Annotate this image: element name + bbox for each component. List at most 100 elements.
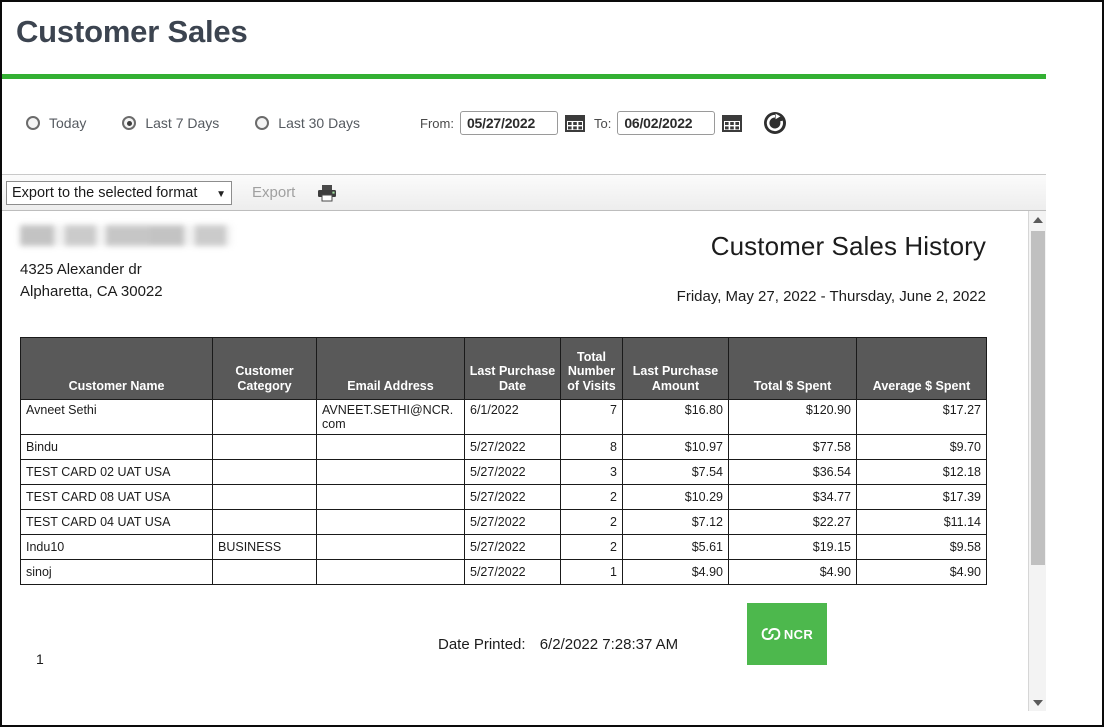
last-purchase-amount-cell: $7.12 — [622, 509, 729, 535]
radio-last-7-days-icon[interactable] — [122, 116, 137, 130]
export-format-select[interactable]: Export to the selected format — [6, 180, 232, 205]
customer-sales-table: Customer Name Customer Category Email Add… — [20, 337, 987, 585]
total-spent-cell: $19.15 — [728, 534, 857, 560]
last-purchase-date-cell: 5/27/2022 — [464, 459, 561, 485]
total-visits-cell: 3 — [560, 459, 623, 485]
total-visits-cell: 2 — [560, 534, 623, 560]
col-email-address[interactable]: Email Address — [316, 337, 465, 400]
scroll-up-button[interactable] — [1029, 211, 1046, 228]
filter-bar: Today Last 7 Days Last 30 Days From: 05/… — [2, 79, 1046, 175]
total-visits-cell: 1 — [560, 559, 623, 585]
customer-name-cell: TEST CARD 02 UAT USA — [20, 459, 213, 485]
export-format-select-wrap: Export to the selected format ▼ — [6, 180, 232, 205]
last-purchase-amount-cell: $5.61 — [622, 534, 729, 560]
average-spent-cell: $11.14 — [856, 509, 987, 535]
date-printed-value: 6/2/2022 7:28:37 AM — [539, 636, 679, 653]
col-last-purchase-amount[interactable]: Last Purchase Amount — [622, 337, 729, 400]
scroll-down-arrow-icon — [1033, 699, 1043, 706]
to-calendar-icon[interactable] — [721, 113, 743, 133]
table-row[interactable]: Avneet Sethi AVNEET.SETHI@NCR.com 6/1/2022… — [20, 399, 987, 435]
email-address-cell — [316, 484, 465, 510]
table-body: Avneet Sethi AVNEET.SETHI@NCR.com 6/1/2022… — [20, 399, 987, 585]
page-number: 1 — [36, 651, 44, 667]
report-vertical-scrollbar[interactable] — [1028, 211, 1046, 711]
table-row[interactable]: Bindu 5/27/2022 8 $10.97 $77.58 $9.70 — [20, 434, 987, 460]
table-row[interactable]: TEST CARD 08 UAT USA 5/27/2022 2 $10.29 $34.… — [20, 484, 987, 510]
average-spent-cell: $9.58 — [856, 534, 987, 560]
col-customer-category[interactable]: Customer Category — [212, 337, 317, 400]
email-address-cell — [316, 534, 465, 560]
from-label: From: — [420, 115, 454, 131]
table-row[interactable]: TEST CARD 02 UAT USA 5/27/2022 3 $7.54 $36.5… — [20, 459, 987, 485]
customer-category-cell — [212, 434, 317, 460]
average-spent-cell: $17.27 — [856, 399, 987, 435]
col-customer-name[interactable]: Customer Name — [20, 337, 213, 400]
radio-last-30-days[interactable]: Last 30 Days — [255, 115, 360, 131]
ncr-logo-text: NCR — [783, 626, 814, 642]
total-visits-cell: 8 — [560, 434, 623, 460]
customer-category-cell — [212, 484, 317, 510]
date-printed: Date Printed: 6/2/2022 7:28:37 AM — [438, 636, 678, 653]
radio-last-7-days[interactable]: Last 7 Days — [122, 115, 219, 131]
last-purchase-amount-cell: $4.90 — [622, 559, 729, 585]
total-spent-cell: $36.54 — [728, 459, 857, 485]
report-viewport: 4325 Alexander dr Alpharetta, CA 30022 C… — [2, 211, 1046, 711]
customer-category-cell — [212, 559, 317, 585]
customer-name-cell: Avneet Sethi — [20, 399, 213, 435]
export-button[interactable]: Export — [246, 183, 301, 202]
last-purchase-date-cell: 5/27/2022 — [464, 484, 561, 510]
col-last-purchase-date[interactable]: Last Purchase Date — [464, 337, 561, 400]
last-purchase-date-cell: 5/27/2022 — [464, 534, 561, 560]
report-date-range: Friday, May 27, 2022 - Thursday, June 2,… — [676, 288, 986, 305]
to-date-input[interactable] — [617, 111, 716, 135]
ncr-mark-icon — [761, 627, 781, 641]
customer-category-cell: BUSINESS — [212, 534, 317, 560]
col-total-spent[interactable]: Total $ Spent — [728, 337, 857, 400]
date-printed-label: Date Printed: — [438, 636, 526, 653]
last-purchase-date-cell: 5/27/2022 — [464, 559, 561, 585]
customer-category-cell — [212, 399, 317, 435]
col-average-spent[interactable]: Average $ Spent — [856, 337, 987, 400]
last-purchase-date-cell: 6/1/2022 — [464, 399, 561, 435]
from-date-input[interactable] — [459, 111, 558, 135]
report-header: 4325 Alexander dr Alpharetta, CA 30022 C… — [2, 225, 1028, 305]
last-purchase-amount-cell: $10.97 — [622, 434, 729, 460]
printer-icon[interactable] — [317, 184, 337, 202]
scroll-down-button[interactable] — [1029, 694, 1046, 711]
last-purchase-date-cell: 5/27/2022 — [464, 434, 561, 460]
total-visits-cell: 7 — [560, 399, 623, 435]
average-spent-cell: $4.90 — [856, 559, 987, 585]
email-address-cell: AVNEET.SETHI@NCR.com — [316, 399, 465, 435]
customer-category-cell — [212, 509, 317, 535]
last-purchase-amount-cell: $7.54 — [622, 459, 729, 485]
last-purchase-amount-cell: $10.29 — [622, 484, 729, 510]
export-toolbar: Export to the selected format ▼ Export — [2, 175, 1046, 211]
radio-last-30-days-icon[interactable] — [255, 116, 270, 130]
radio-today-icon[interactable] — [26, 116, 40, 130]
radio-last-7-days-label: Last 7 Days — [145, 115, 220, 131]
customer-name-cell: TEST CARD 04 UAT USA — [20, 509, 213, 535]
page-header: Customer Sales — [2, 2, 1102, 74]
from-calendar-icon[interactable] — [564, 113, 586, 133]
radio-today[interactable]: Today — [26, 115, 86, 131]
radio-today-label: Today — [49, 115, 87, 131]
table-row[interactable]: sinoj 5/27/2022 1 $4.90 $4.90 $4.90 — [20, 559, 987, 585]
report-footer: 1 Date Printed: 6/2/2022 7:28:37 AM NCR — [2, 599, 1028, 683]
col-total-visits[interactable]: Total Number of Visits — [560, 337, 623, 400]
customer-name-cell: Indu10 — [20, 534, 213, 560]
table-row[interactable]: TEST CARD 04 UAT USA 5/27/2022 2 $7.12 $22.2… — [20, 509, 987, 535]
refresh-icon[interactable] — [763, 111, 787, 135]
ncr-logo: NCR — [747, 603, 827, 665]
total-visits-cell: 2 — [560, 509, 623, 535]
last-purchase-date-cell: 5/27/2022 — [464, 509, 561, 535]
customer-name-cell: TEST CARD 08 UAT USA — [20, 484, 213, 510]
table-row[interactable]: Indu10 BUSINESS 5/27/2022 2 $5.61 $19.15 $9.58 — [20, 534, 987, 560]
total-spent-cell: $4.90 — [728, 559, 857, 585]
scrollbar-thumb[interactable] — [1031, 231, 1045, 565]
customer-category-cell — [212, 459, 317, 485]
email-address-cell — [316, 509, 465, 535]
total-visits-cell: 2 — [560, 484, 623, 510]
total-spent-cell: $77.58 — [728, 434, 857, 460]
company-name-redacted — [20, 225, 232, 246]
report-title-block: Customer Sales History Friday, May 27, 2… — [677, 225, 986, 305]
